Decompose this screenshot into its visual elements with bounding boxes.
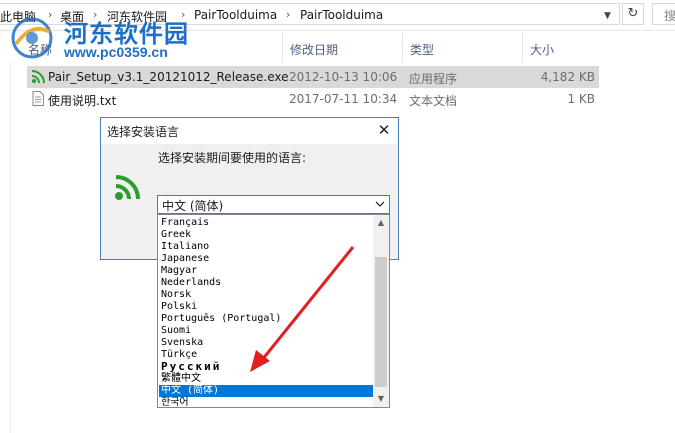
annotation-arrow [250,246,355,372]
